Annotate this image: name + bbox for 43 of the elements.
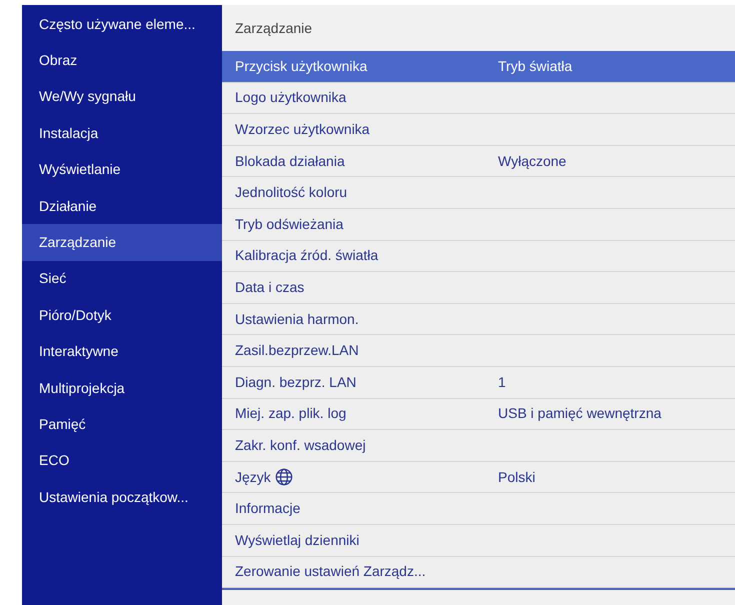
sidebar-item[interactable]: Działanie — [22, 188, 222, 224]
setting-label: Jednolitość koloru — [235, 183, 348, 202]
setting-label: Zasil.bezprzew.LAN — [235, 341, 359, 360]
setting-label: Wyświetlaj dzienniki — [235, 530, 360, 550]
setting-label: Język — [235, 468, 271, 487]
sidebar-item[interactable]: Często używane eleme... — [22, 6, 222, 42]
sidebar-item[interactable]: Zarządzanie — [22, 224, 222, 261]
setting-label: Miej. zap. plik. log — [235, 404, 346, 424]
sidebar-item[interactable]: Sieć — [22, 260, 222, 298]
setting-label: Kalibracja źród. światła — [235, 246, 378, 266]
settings-row[interactable]: Język Polski — [222, 462, 735, 494]
setting-label: Zakr. konf. wsadowej — [235, 436, 366, 455]
settings-row[interactable]: Kalibracja źród. światła — [222, 240, 735, 272]
setting-label: Tryb odświeżania — [235, 214, 344, 234]
setting-value: Tryb światła — [498, 56, 572, 76]
setting-label: Diagn. bezprz. LAN — [235, 372, 356, 392]
sidebar-item[interactable]: Wyświetlanie — [22, 152, 222, 188]
sidebar-item[interactable]: We/Wy sygnału — [22, 78, 222, 116]
sidebar-item[interactable]: Pamięć — [22, 406, 222, 443]
settings-row[interactable]: Miej. zap. plik. log USB i pamięć wewnętrzna — [222, 398, 735, 430]
setting-label: Data i czas — [235, 278, 304, 297]
sidebar-item[interactable]: Instalacja — [22, 115, 222, 152]
setting-label: Blokada działania — [235, 152, 345, 171]
settings-row[interactable]: Logo użytkownika — [222, 82, 735, 114]
settings-row[interactable]: Przycisk użytkownika Tryb światła — [222, 51, 735, 83]
setting-label: Wzorzec użytkownika — [235, 120, 370, 139]
sidebar-item[interactable]: ECO — [22, 442, 222, 480]
sidebar-item[interactable]: Ustawienia początkow... — [22, 479, 222, 516]
globe-icon — [274, 468, 293, 486]
setting-label: Ustawienia harmon. — [235, 310, 359, 329]
sidebar-item[interactable]: Multiprojekcja — [22, 370, 222, 406]
setting-value: Polski — [498, 468, 536, 487]
sidebar-item[interactable]: Interaktywne — [22, 334, 222, 370]
setting-value: USB i pamięć wewnętrzna — [498, 404, 662, 424]
setting-value: Wyłączone — [498, 152, 566, 171]
setting-value: 1 — [498, 372, 506, 392]
sidebar-item[interactable]: Obraz — [22, 42, 222, 79]
setting-label: Zerowanie ustawień Zarządz... — [235, 562, 426, 582]
sidebar-item[interactable]: Pióro/Dotyk — [22, 297, 222, 334]
setting-label: Informacje — [235, 499, 300, 518]
setting-label: Logo użytkownika — [235, 88, 346, 108]
setting-label: Przycisk użytkownika — [235, 56, 368, 76]
settings-row[interactable]: Zerowanie ustawień Zarządz... — [222, 556, 735, 588]
